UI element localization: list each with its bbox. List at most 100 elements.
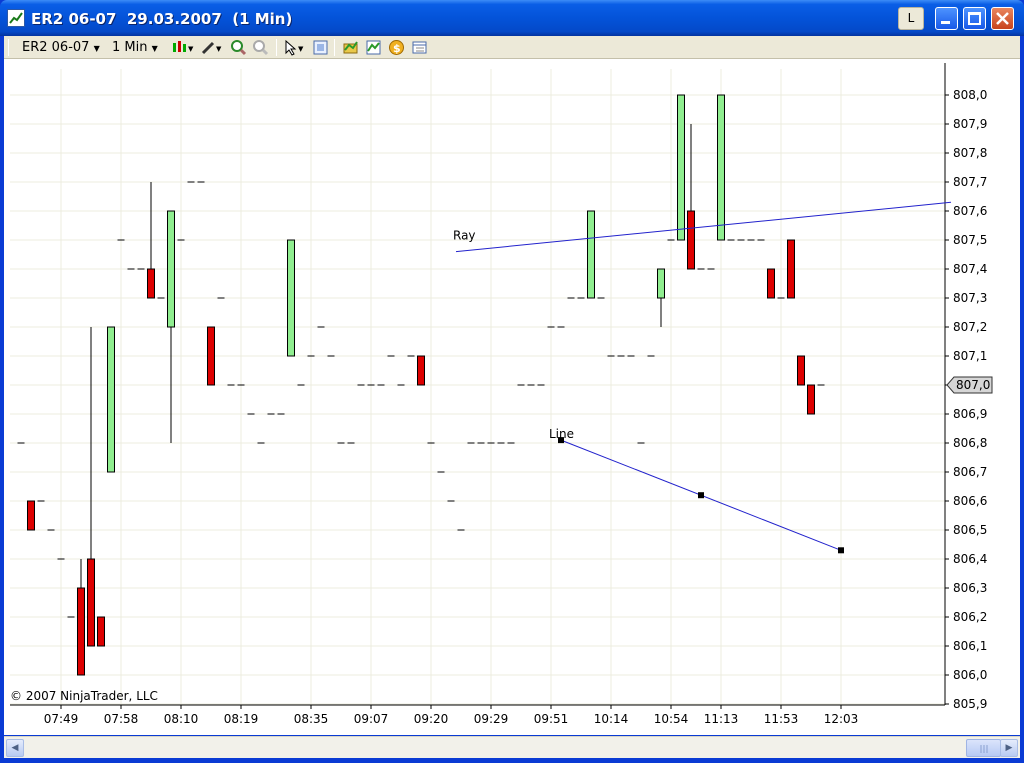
instrument-label: ER2 06-07: [22, 40, 90, 55]
price-tick-label: 806,4: [953, 552, 987, 566]
time-tick-label: 08:35: [294, 712, 329, 726]
candle-down: [807, 384, 815, 415]
interval-selector[interactable]: 1 Min ▼: [112, 40, 158, 55]
chart-panel[interactable]: 808,0 807,9 807,8 807,7 807,6 807,5 807,4 807,3…: [4, 59, 1020, 735]
candle-down: [687, 210, 695, 270]
indicators-icon[interactable]: [365, 39, 382, 56]
price-tick-label: 805,9: [953, 697, 987, 711]
link-button[interactable]: L: [898, 7, 924, 30]
candle-up: [167, 210, 175, 328]
properties-icon[interactable]: [312, 39, 329, 56]
price-tick-label: 806,9: [953, 407, 987, 421]
scroll-thumb[interactable]: [966, 739, 1001, 757]
time-tick-label: 08:10: [164, 712, 199, 726]
price-chart[interactable]: 808,0 807,9 807,8 807,7 807,6 807,5 807,4 807,3…: [4, 59, 1020, 735]
minimize-icon: [941, 21, 950, 24]
dollar-icon[interactable]: $: [388, 39, 405, 56]
candle-down: [27, 500, 35, 531]
svg-text:$: $: [393, 42, 401, 55]
candle-up: [717, 94, 725, 241]
maximize-icon: [968, 12, 981, 25]
title-bar[interactable]: ER2 06-07 29.03.2007 (1 Min) L: [0, 0, 1024, 36]
time-tick-label: 07:49: [44, 712, 79, 726]
grip-icon: [980, 745, 988, 753]
svg-text:▼: ▼: [298, 45, 304, 53]
candle-down: [797, 355, 805, 386]
price-tick-label: 806,5: [953, 523, 987, 537]
time-tick-label: 09:29: [474, 712, 509, 726]
instrument-selector[interactable]: ER2 06-07 ▼: [22, 40, 100, 55]
toolbar-grip: [8, 39, 9, 56]
chart-app-icon: [7, 9, 25, 27]
chart-window: ER2 06-07 29.03.2007 (1 Min) L ER2 06-07…: [0, 0, 1024, 763]
line-anchor-handle: [698, 492, 704, 499]
time-tick-label: 09:07: [354, 712, 389, 726]
data-box-icon[interactable]: [411, 39, 428, 56]
line-anchor-handle: [838, 547, 844, 554]
chevron-down-icon: ▼: [151, 44, 158, 53]
time-tick-label: 08:19: [224, 712, 259, 726]
close-button[interactable]: [991, 7, 1014, 30]
chart-toolbar: ER2 06-07 ▼ 1 Min ▼ ▼ ▼ ▼ $: [4, 36, 1020, 59]
price-tick-label: 806,6: [953, 494, 987, 508]
window-title: ER2 06-07 29.03.2007 (1 Min): [31, 10, 293, 28]
svg-text:▼: ▼: [216, 45, 222, 53]
draw-pencil-icon[interactable]: ▼: [200, 39, 224, 56]
candle-down: [77, 587, 85, 676]
price-tick-label: 806,3: [953, 581, 987, 595]
interval-label: 1 Min: [112, 40, 148, 55]
minimize-button[interactable]: [935, 7, 958, 30]
ray-drawing: [455, 201, 952, 253]
price-tick-label: 807,1: [953, 349, 987, 363]
candle-down: [787, 239, 795, 299]
price-tick-label: 807,8: [953, 146, 987, 160]
time-tick-label: 09:51: [534, 712, 569, 726]
price-tick-label: 806,8: [953, 436, 987, 450]
time-tick-label: 11:53: [764, 712, 799, 726]
price-tick-label: 807,6: [953, 204, 987, 218]
price-tick-label: 807,4: [953, 262, 987, 276]
candle-up: [287, 239, 295, 357]
scroll-left-button[interactable]: ◀: [6, 739, 24, 757]
time-tick-label: 11:13: [704, 712, 739, 726]
toolbar-separator: [276, 39, 277, 56]
candle-up: [587, 210, 595, 299]
price-tick-label: 807,3: [953, 291, 987, 305]
current-price-label: 807,0: [956, 378, 990, 392]
line-label: Line: [549, 427, 574, 441]
price-tick-label: 808,0: [953, 88, 987, 102]
price-tick-label: 806,1: [953, 639, 987, 653]
bar-style-icon[interactable]: ▼: [170, 39, 196, 56]
price-tick-label: 807,5: [953, 233, 987, 247]
time-tick-label: 09:20: [414, 712, 449, 726]
chevron-down-icon: ▼: [93, 44, 100, 53]
candle-down: [207, 326, 215, 386]
candle-down: [417, 355, 425, 386]
price-tick-label: 807,7: [953, 175, 987, 189]
copyright-text: © 2007 NinjaTrader, LLC: [10, 689, 158, 703]
maximize-button[interactable]: [963, 7, 986, 30]
candle-down: [87, 558, 95, 647]
candle-up: [657, 268, 665, 299]
candle-down: [147, 268, 155, 299]
svg-text:▼: ▼: [188, 45, 194, 53]
zoom-out-icon[interactable]: [252, 39, 269, 56]
candle-down: [97, 616, 105, 647]
time-tick-label: 10:14: [594, 712, 629, 726]
time-tick-label: 07:58: [104, 712, 139, 726]
zoom-in-icon[interactable]: [230, 39, 247, 56]
candle-up: [677, 94, 685, 241]
price-tick-label: 806,0: [953, 668, 987, 682]
toolbar-separator: [334, 39, 335, 56]
time-tick-label: 12:03: [824, 712, 859, 726]
horizontal-scrollbar[interactable]: ◀ ▶: [4, 736, 1020, 758]
scroll-right-button[interactable]: ▶: [1000, 739, 1018, 757]
price-tick-label: 806,7: [953, 465, 987, 479]
candle-down: [767, 268, 775, 299]
strategy-icon[interactable]: [342, 39, 359, 56]
close-icon: [996, 12, 1009, 25]
candle-up: [107, 326, 115, 473]
time-tick-label: 10:54: [654, 712, 689, 726]
cursor-icon[interactable]: ▼: [282, 39, 308, 56]
ray-label: Ray: [453, 229, 476, 243]
